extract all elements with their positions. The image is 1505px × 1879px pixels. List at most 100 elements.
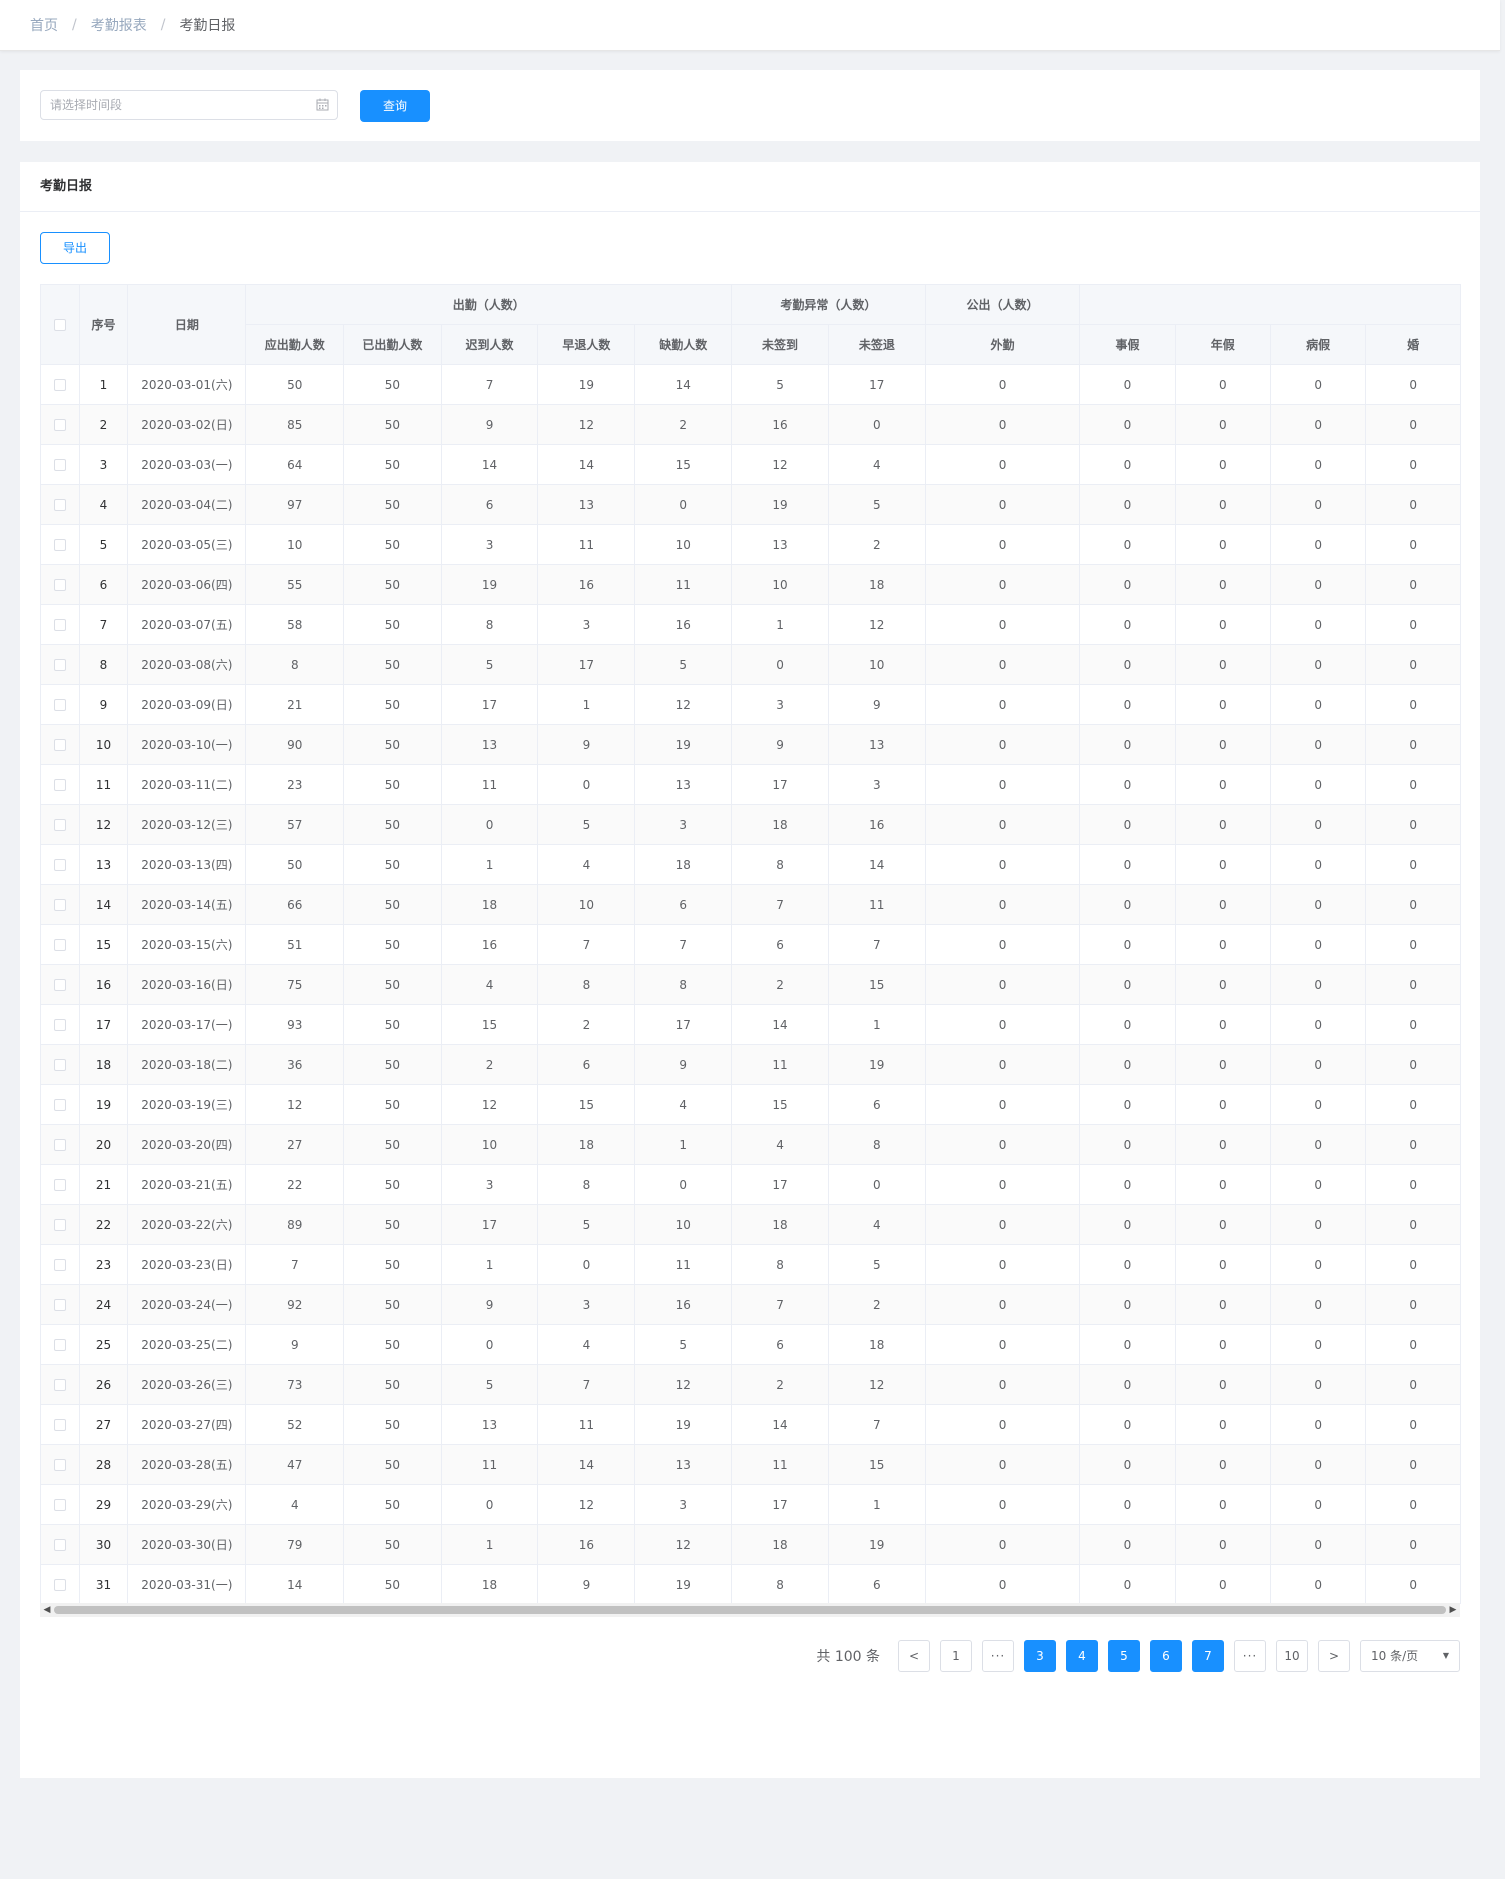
row-value: 0 (1270, 1484, 1367, 1525)
row-checkbox[interactable] (53, 1499, 66, 1511)
row-value: 17 (537, 644, 636, 685)
row-checkbox[interactable] (53, 1219, 66, 1231)
page-button[interactable]: 1 (940, 1640, 972, 1672)
page-button[interactable]: 3 (1024, 1640, 1056, 1672)
column-header-index: 序号 (79, 285, 129, 365)
export-button[interactable]: 导出 (40, 232, 110, 264)
row-index: 20 (79, 1124, 129, 1165)
row-value: 12 (441, 1084, 539, 1125)
row-checkbox[interactable] (53, 379, 66, 391)
row-checkbox[interactable] (53, 939, 66, 951)
row-checkbox[interactable] (53, 499, 66, 511)
row-value: 5 (634, 1324, 733, 1365)
row-value: 0 (1175, 1404, 1271, 1445)
row-value: 0 (1079, 564, 1176, 605)
row-value: 0 (925, 884, 1081, 925)
row-value: 0 (925, 1404, 1081, 1445)
row-select-cell (41, 764, 80, 805)
row-checkbox[interactable] (53, 1379, 66, 1391)
breadcrumb-report[interactable]: 考勤报表 (91, 15, 147, 35)
row-value: 11 (634, 564, 733, 605)
row-value: 0 (1270, 1124, 1367, 1165)
row-index: 28 (79, 1444, 129, 1485)
row-value: 50 (343, 644, 442, 685)
row-value: 0 (925, 1124, 1081, 1165)
horizontal-scrollbar[interactable]: ◀ ▶ (40, 1603, 1460, 1617)
scrollbar-thumb[interactable] (54, 1606, 1446, 1614)
date-range-picker[interactable]: 请选择时间段 (40, 90, 338, 120)
row-value: 7 (245, 1244, 345, 1285)
page-button[interactable]: 7 (1192, 1640, 1224, 1672)
row-checkbox[interactable] (53, 899, 66, 911)
scroll-right-icon[interactable]: ▶ (1446, 1603, 1460, 1617)
row-value: 8 (537, 964, 636, 1005)
breadcrumb-home[interactable]: 首页 (30, 15, 58, 35)
row-checkbox[interactable] (53, 1139, 66, 1151)
row-value: 0 (1365, 1244, 1461, 1285)
row-checkbox[interactable] (53, 619, 66, 631)
table-row: 24 2020-03-24(一) 92 50 9 3 16 7 2 0 0 0 0 0 (41, 1284, 1461, 1325)
breadcrumb-separator: / (72, 17, 77, 33)
row-value: 0 (1175, 684, 1271, 725)
row-value: 0 (1270, 364, 1367, 405)
table-row: 17 2020-03-17(一) 93 50 15 2 17 14 1 0 0 0 0 0 (41, 1004, 1461, 1045)
prev-page-button[interactable]: < (898, 1640, 930, 1672)
row-checkbox[interactable] (53, 779, 66, 791)
row-index: 23 (79, 1244, 129, 1285)
row-select-cell (41, 1044, 80, 1085)
row-checkbox[interactable] (53, 579, 66, 591)
page-button[interactable]: 10 (1276, 1640, 1308, 1672)
page-button[interactable]: 5 (1108, 1640, 1140, 1672)
row-checkbox[interactable] (53, 1419, 66, 1431)
row-checkbox[interactable] (53, 539, 66, 551)
row-value: 10 (537, 884, 636, 925)
scroll-left-icon[interactable]: ◀ (40, 1603, 54, 1617)
row-checkbox[interactable] (53, 1179, 66, 1191)
row-checkbox[interactable] (53, 1059, 66, 1071)
row-checkbox[interactable] (53, 459, 66, 471)
row-checkbox[interactable] (53, 1459, 66, 1471)
row-date: 2020-03-25(二) (127, 1324, 247, 1365)
row-checkbox[interactable] (53, 1299, 66, 1311)
row-select-cell (41, 404, 80, 445)
row-value: 14 (245, 1564, 345, 1604)
row-checkbox[interactable] (53, 1099, 66, 1111)
row-checkbox[interactable] (53, 1259, 66, 1271)
next-page-button[interactable]: > (1318, 1640, 1350, 1672)
row-value: 0 (1175, 964, 1271, 1005)
table-row: 3 2020-03-03(一) 64 50 14 14 15 12 4 0 0 0 0 0 (41, 444, 1461, 485)
row-value: 50 (343, 1124, 442, 1165)
more-pages-button[interactable]: ··· (982, 1640, 1014, 1672)
row-value: 11 (441, 1444, 539, 1485)
page-size-select[interactable]: 10 条/页 ▼ (1360, 1640, 1460, 1672)
row-value: 18 (731, 1524, 829, 1565)
row-checkbox[interactable] (53, 979, 66, 991)
row-value: 0 (925, 404, 1081, 445)
row-value: 0 (1175, 1564, 1271, 1604)
row-checkbox[interactable] (53, 859, 66, 871)
row-value: 50 (343, 764, 442, 805)
row-checkbox[interactable] (53, 419, 66, 431)
row-checkbox[interactable] (53, 1339, 66, 1351)
row-checkbox[interactable] (53, 1579, 66, 1591)
row-checkbox[interactable] (53, 699, 66, 711)
row-checkbox[interactable] (53, 819, 66, 831)
page-button[interactable]: 4 (1066, 1640, 1098, 1672)
report-panel: 考勤日报 导出 序号 日期 出勤（人数） 考勤异常（人数） 公出（人数） 应出勤人数 已出勤… (20, 162, 1480, 1778)
row-value: 85 (245, 404, 345, 445)
select-all-checkbox[interactable] (53, 319, 66, 331)
row-value: 14 (441, 444, 539, 485)
page-button[interactable]: 6 (1150, 1640, 1182, 1672)
row-value: 19 (828, 1524, 926, 1565)
row-checkbox[interactable] (53, 1019, 66, 1031)
row-value: 0 (925, 1484, 1081, 1525)
query-button[interactable]: 查询 (360, 90, 430, 122)
row-value: 0 (1270, 564, 1367, 605)
more-pages-button[interactable]: ··· (1234, 1640, 1266, 1672)
row-checkbox[interactable] (53, 659, 66, 671)
row-value: 9 (828, 684, 926, 725)
row-checkbox[interactable] (53, 1539, 66, 1551)
row-checkbox[interactable] (53, 739, 66, 751)
row-value: 4 (441, 964, 539, 1005)
row-value: 51 (245, 924, 345, 965)
